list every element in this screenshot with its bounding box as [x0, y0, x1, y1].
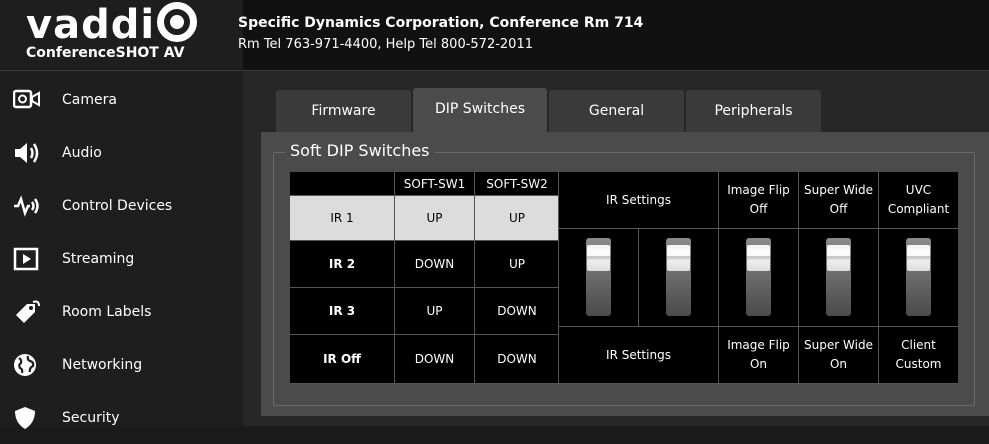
- switch-cell-ir-1: [558, 229, 638, 327]
- switch-knob: [827, 245, 850, 271]
- section-title: Soft DIP Switches: [285, 141, 435, 160]
- uvc-compliant-label: UVC Compliant: [878, 172, 958, 229]
- shield-icon: [15, 407, 35, 429]
- logo-area: vaddi ConferenceSHOT AV: [0, 0, 243, 70]
- camera-icon: [13, 89, 40, 109]
- speaker-icon: [15, 143, 39, 163]
- dip-switch-uvc[interactable]: [906, 238, 931, 316]
- sidebar-item-label: Control Devices: [62, 198, 173, 214]
- row-ir3-sw2[interactable]: DOWN: [475, 288, 560, 335]
- dip-switch-image-flip[interactable]: [746, 238, 771, 316]
- client-custom-label: Client Custom: [878, 327, 958, 384]
- sidebar-item-security[interactable]: Security: [0, 392, 243, 444]
- row-ir1-sw1[interactable]: UP: [395, 196, 475, 241]
- sidebar-item-room-labels[interactable]: Room Labels: [0, 286, 243, 338]
- sidebar-item-label: Security: [62, 410, 120, 426]
- sidebar-item-audio[interactable]: Audio: [0, 127, 243, 179]
- sidebar-item-label: Room Labels: [62, 304, 152, 320]
- header-soft-sw2: SOFT-SW2: [475, 172, 560, 196]
- super-wide-off-label: Super Wide Off: [798, 172, 878, 229]
- switch-knob: [667, 245, 690, 271]
- row-ir3-sw1[interactable]: UP: [395, 288, 475, 335]
- row-ir3-name[interactable]: IR 3: [290, 288, 395, 335]
- switch-cell-uvc: [878, 229, 958, 327]
- main-content: Firmware DIP Switches General Peripheral…: [243, 71, 989, 426]
- sidebar-item-label: Camera: [62, 92, 117, 108]
- switch-knob: [747, 245, 770, 271]
- row-iroff-name[interactable]: IR Off: [290, 335, 395, 384]
- sidebar-item-label: Streaming: [62, 251, 135, 267]
- row-iroff-sw1[interactable]: DOWN: [395, 335, 475, 384]
- super-wide-on-label: Super Wide On: [798, 327, 878, 384]
- sidebar-item-control-devices[interactable]: Control Devices: [0, 180, 243, 232]
- product-name: ConferenceSHOT AV: [26, 45, 185, 61]
- sidebar-item-camera[interactable]: Camera: [0, 74, 243, 126]
- dip-switches-panel: Soft DIP Switches SOFT-SW1 SOFT-SW2 IR 1…: [261, 132, 989, 416]
- image-flip-off-label: Image Flip Off: [718, 172, 798, 229]
- switch-knob: [907, 245, 930, 271]
- dip-switch-ir-1[interactable]: [586, 238, 611, 316]
- tab-peripherals[interactable]: Peripherals: [686, 90, 821, 132]
- row-ir2-sw1[interactable]: DOWN: [395, 241, 475, 288]
- row-ir1-sw2[interactable]: UP: [475, 196, 560, 241]
- sidebar-item-networking[interactable]: Networking: [0, 339, 243, 391]
- room-name: Specific Dynamics Corporation, Conferenc…: [238, 15, 644, 31]
- tab-general[interactable]: General: [549, 90, 684, 132]
- tab-dip-switches[interactable]: DIP Switches: [413, 88, 547, 132]
- control-devices-icon: [14, 195, 39, 217]
- switch-cell-image-flip: [718, 229, 798, 327]
- dip-switch-super-wide[interactable]: [826, 238, 851, 316]
- image-flip-on-label: Image Flip On: [718, 327, 798, 384]
- vaddio-logo: vaddi: [26, 2, 198, 48]
- tab-firmware[interactable]: Firmware: [276, 90, 411, 132]
- sidebar-item-label: Networking: [62, 357, 143, 373]
- header-soft-sw1: SOFT-SW1: [395, 172, 475, 196]
- row-iroff-sw2[interactable]: DOWN: [475, 335, 560, 384]
- play-icon: [13, 247, 39, 271]
- dip-switch-ir-2[interactable]: [666, 238, 691, 316]
- header-blank: [290, 172, 395, 196]
- ir-settings-bottom-label: IR Settings: [558, 327, 718, 384]
- sidebar-nav: Camera Audio Control Devices Streaming R…: [0, 71, 243, 429]
- switch-knob: [587, 245, 610, 271]
- sidebar-item-streaming[interactable]: Streaming: [0, 233, 243, 285]
- switch-cell-ir-2: [638, 229, 718, 327]
- switch-cell-super-wide: [798, 229, 878, 327]
- dip-switch-bank: IR Settings Image Flip Off Super Wide Of…: [558, 172, 958, 384]
- room-phone: Rm Tel 763-971-4400, Help Tel 800-572-20…: [238, 37, 533, 52]
- row-ir2-sw2[interactable]: UP: [475, 241, 560, 288]
- row-ir2-name[interactable]: IR 2: [290, 241, 395, 288]
- sidebar-item-label: Audio: [62, 145, 102, 161]
- top-header: vaddi ConferenceSHOT AV Specific Dynamic…: [0, 0, 989, 71]
- tag-icon: [16, 300, 40, 323]
- dip-mapping-table: SOFT-SW1 SOFT-SW2 IR 1 UP UP IR 2 DOWN U…: [290, 172, 560, 384]
- row-ir1-name[interactable]: IR 1: [290, 196, 395, 241]
- globe-icon: [14, 354, 36, 376]
- ir-settings-top-label: IR Settings: [558, 172, 718, 229]
